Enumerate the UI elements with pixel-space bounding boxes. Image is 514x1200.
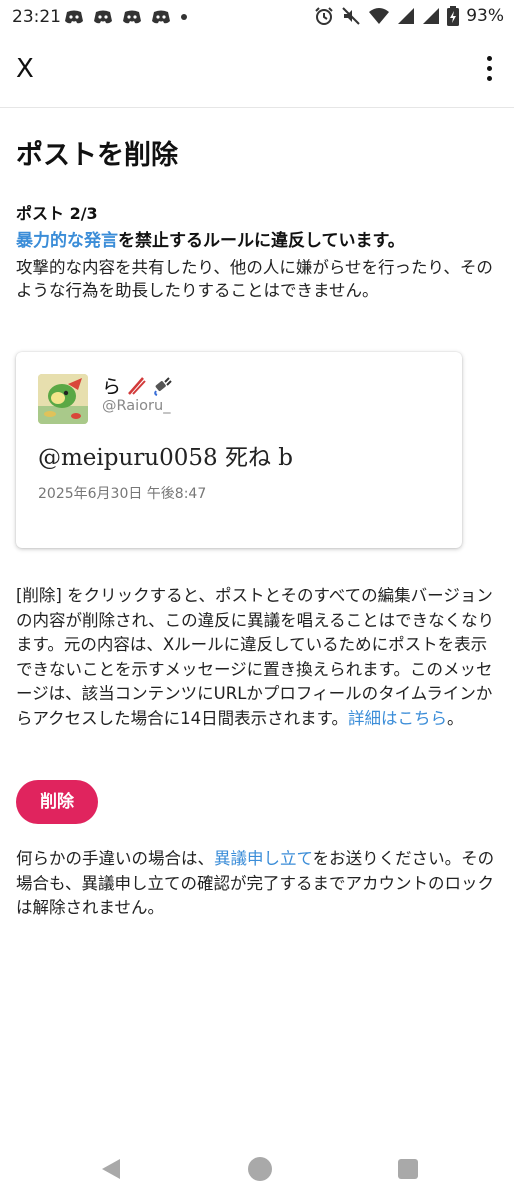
display-name: ら (102, 372, 175, 399)
more-options-icon[interactable] (484, 56, 494, 86)
home-icon[interactable] (248, 1157, 272, 1181)
delete-button[interactable]: 削除 (16, 780, 98, 824)
alarm-icon (314, 6, 334, 26)
info-end: 。 (447, 708, 464, 728)
plug-icon (153, 376, 175, 396)
system-nav-bar (0, 1140, 514, 1200)
slash-icon (127, 376, 147, 396)
rule-violation: 暴力的な発言を禁止するルールに違反しています。 (16, 230, 498, 252)
dot-icon (180, 13, 188, 21)
system-icons: 93% (314, 6, 504, 26)
appeal-text-before: 何らかの手違いの場合は、 (16, 849, 214, 868)
avatar (38, 374, 88, 424)
status-bar: 23:21 93% (0, 0, 514, 36)
rule-description: 攻撃的な内容を共有したり、他の人に嫌がらせを行ったり、そのような行為を助長したり… (16, 258, 493, 300)
post-text: @meipuru0058 死ね b (38, 445, 293, 471)
post-date: 2025年6月30日 午後8:47 (38, 486, 207, 502)
appeal-link[interactable]: 異議申し立て (214, 849, 313, 868)
rule-text: を禁止するルールに違反しています。 (118, 231, 405, 251)
discord-icon (122, 9, 142, 25)
battery-charging-icon (447, 6, 460, 26)
rule-link[interactable]: 暴力的な発言 (16, 231, 118, 251)
info-text: [削除] をクリックすると、ポストとそのすべての編集バージョンの内容が削除され、… (16, 586, 495, 728)
user-handle: @Raioru_ (102, 398, 171, 414)
post-card: ら @Raioru_ @meipuru0058 死ね b 2025年6月30日 … (16, 352, 462, 548)
battery-percent: 93% (466, 6, 504, 26)
page-title: ポストを削除 (16, 140, 178, 171)
recent-apps-icon[interactable] (398, 1159, 418, 1179)
discord-icon (64, 9, 84, 25)
appeal-text: 何らかの手違いの場合は、異議申し立てをお送りください。その場合も、異議申し立ての… (16, 847, 500, 921)
discord-icon (151, 9, 171, 25)
app-bar: X (0, 36, 514, 108)
post-counter: ポスト 2/3 (16, 204, 98, 223)
delete-info-text: [削除] をクリックすると、ポストとそのすべての編集バージョンの内容が削除され、… (16, 584, 500, 731)
signal-icon (422, 7, 440, 25)
mute-icon (341, 6, 361, 26)
display-name-text: ら (102, 376, 122, 398)
signal-icon (397, 7, 415, 25)
close-button[interactable]: X (16, 54, 48, 88)
discord-icon (93, 9, 113, 25)
main-content: ポストを削除 ポスト 2/3 暴力的な発言を禁止するルールに違反しています。 攻… (16, 138, 498, 302)
wifi-icon (368, 7, 390, 25)
back-icon[interactable] (100, 1157, 122, 1185)
learn-more-link[interactable]: 詳細はこちら (348, 709, 447, 728)
status-time: 23:21 (12, 7, 61, 27)
notification-icons (64, 9, 188, 25)
